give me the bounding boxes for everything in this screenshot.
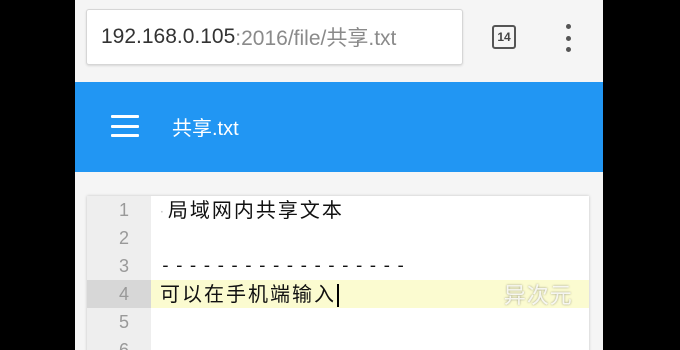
line-number: 4 bbox=[87, 280, 151, 308]
line-text: · 局域网内共享文本 bbox=[160, 198, 344, 222]
url-host: 192.168.0.105 bbox=[101, 25, 236, 48]
watermark-logo: 异次元 IPLAYSOFT.COM bbox=[500, 286, 576, 319]
file-title: 共享.txt bbox=[172, 118, 239, 140]
watermark-subtext: IPLAYSOFT.COM bbox=[500, 310, 577, 319]
editor-line[interactable]: 1 · 局域网内共享文本 bbox=[87, 196, 589, 224]
line-number: 1 bbox=[118, 200, 129, 220]
address-bar[interactable]: 192.168.0.105:2016/file/共享.txt bbox=[86, 9, 463, 65]
line-number: 3 bbox=[118, 256, 129, 276]
app-bar: 共享.txt bbox=[75, 82, 603, 172]
line-text: 可以在手机端输入 bbox=[160, 280, 339, 308]
tab-switcher-button[interactable]: 14 bbox=[492, 25, 516, 49]
text-editor[interactable]: 1 · 局域网内共享文本 2 3 ------------------ 4 可以在… bbox=[87, 196, 589, 350]
line-number: 5 bbox=[118, 312, 129, 332]
content-area: 1 · 局域网内共享文本 2 3 ------------------ 4 可以在… bbox=[75, 172, 603, 350]
line-number: 2 bbox=[118, 228, 129, 248]
editor-line[interactable]: 6 bbox=[87, 336, 589, 350]
line-number: 6 bbox=[118, 340, 129, 350]
editor-line[interactable]: 2 bbox=[87, 224, 589, 252]
whitespace-dot-icon: · bbox=[160, 204, 164, 219]
text-cursor bbox=[337, 284, 339, 307]
watermark-text: 异次元 bbox=[503, 284, 573, 309]
overflow-menu-icon[interactable] bbox=[561, 24, 575, 52]
line-text: ------------------ bbox=[160, 255, 410, 276]
editor-line[interactable]: 3 ------------------ bbox=[87, 252, 589, 280]
browser-toolbar: 192.168.0.105:2016/file/共享.txt 14 bbox=[75, 0, 603, 82]
tab-count: 14 bbox=[497, 30, 511, 44]
hamburger-menu-icon[interactable] bbox=[111, 115, 139, 137]
url-path: :2016/file/共享.txt bbox=[235, 27, 397, 50]
